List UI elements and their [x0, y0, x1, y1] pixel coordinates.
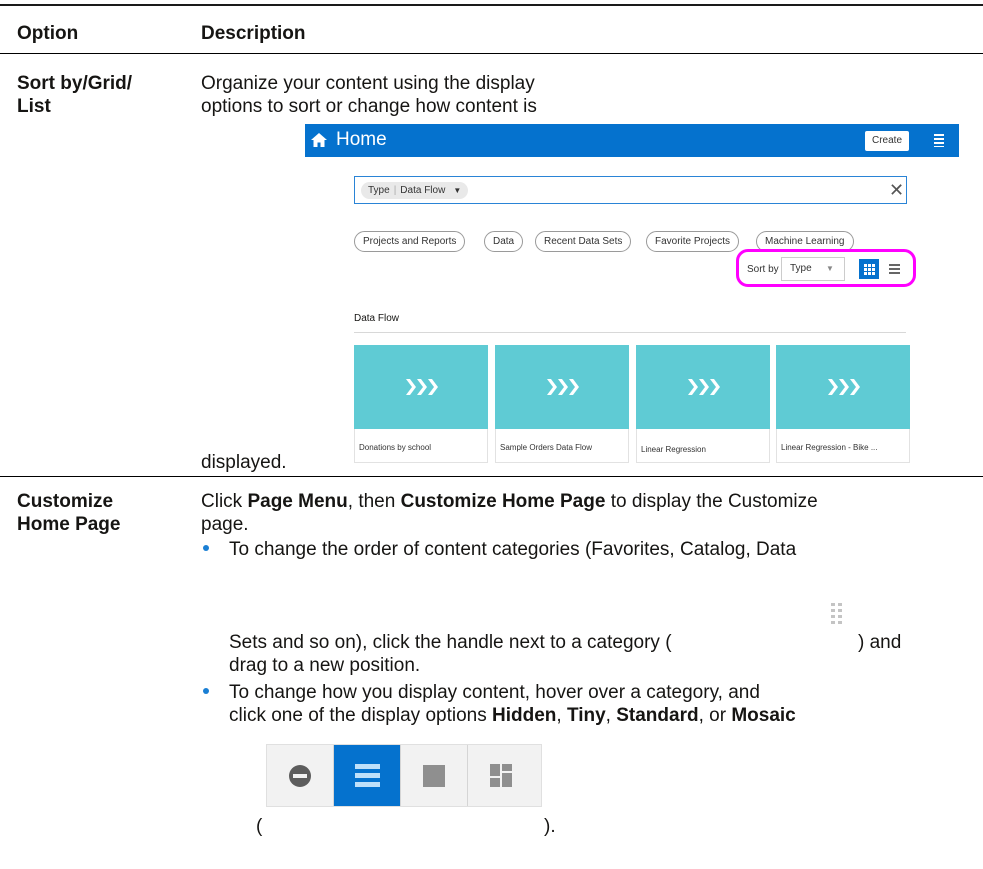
- list-view-icon: [889, 264, 900, 274]
- grid-view-button[interactable]: [859, 259, 879, 279]
- filter-chip-type[interactable]: Type | Data Flow ▼: [361, 182, 469, 199]
- data-flow-icon: [547, 379, 579, 395]
- bullet2-text: ,: [556, 705, 567, 726]
- display-options-toolbar: [266, 744, 542, 807]
- data-flow-icon: [406, 379, 438, 395]
- card-thumbnail: [495, 345, 629, 429]
- row1-description-line2: options to sort or change how content is: [201, 96, 537, 117]
- customize-home-page-term: Customize Home Page: [400, 491, 606, 512]
- tiny-term: Tiny: [566, 705, 606, 726]
- option-customize-line1: Customize: [17, 491, 114, 512]
- chevron-down-icon: ▼: [453, 186, 462, 195]
- card-thumbnail: [636, 345, 770, 429]
- sort-by-label: Sort by: [747, 264, 779, 275]
- table-top-rule: [0, 4, 983, 6]
- bullet1-line2b: ) and: [858, 632, 902, 653]
- close-icon[interactable]: ✕: [889, 181, 904, 199]
- option-sort-grid-list-line2: List: [17, 96, 51, 117]
- standard-option[interactable]: [401, 745, 468, 806]
- bullet1-line2a: Sets and so on), click the handle next t…: [229, 632, 672, 653]
- card-linear-regression-bike[interactable]: Linear Regression - Bike ...: [776, 345, 910, 463]
- mosaic-icon: [490, 764, 512, 787]
- search-input[interactable]: Type | Data Flow ▼ ✕: [354, 176, 907, 204]
- row-divider: [0, 476, 983, 477]
- tiny-option[interactable]: [334, 745, 401, 806]
- hidden-term: Hidden: [492, 705, 557, 726]
- home-page-screenshot: Home Create Type | Data Flow ▼ ✕ Projects a…: [305, 124, 959, 470]
- chevron-down-icon: ▼: [826, 264, 834, 273]
- data-flow-icon: [688, 379, 720, 395]
- toolbar-open-paren: (: [256, 816, 263, 837]
- row1-description-line3: displayed.: [201, 452, 287, 473]
- hidden-option[interactable]: [267, 745, 334, 806]
- menu-icon[interactable]: [932, 133, 946, 147]
- filter-recent-data-sets[interactable]: Recent Data Sets: [535, 231, 632, 252]
- card-sample-orders-data-flow[interactable]: Sample Orders Data Flow: [495, 345, 629, 463]
- bullet2-line1: To change how you display content, hover…: [229, 682, 760, 703]
- header-rule: [0, 53, 983, 54]
- bullet-marker: [203, 688, 209, 694]
- card-title: Linear Regression - Bike ...: [781, 443, 878, 452]
- row1-description-line1: Organize your content using the display: [201, 73, 535, 94]
- sort-value: Type: [790, 263, 812, 274]
- standard-term: Standard: [616, 705, 699, 726]
- page-menu-term: Page Menu: [247, 491, 348, 512]
- bullet-marker: [203, 545, 209, 551]
- card-donations-by-school[interactable]: Donations by school: [354, 345, 488, 463]
- intro-text: Click: [201, 491, 248, 512]
- card-title: Sample Orders Data Flow: [500, 443, 593, 452]
- bullet1-line3: drag to a new position.: [229, 655, 421, 676]
- tiny-icon: [355, 764, 380, 787]
- filter-chip-key: Type: [368, 185, 390, 196]
- option-sort-grid-list-line1: Sort by/Grid/: [17, 73, 133, 94]
- filter-projects-and-reports[interactable]: Projects and Reports: [354, 231, 466, 252]
- bullet2-text: click one of the display options: [229, 705, 492, 726]
- column-header-description: Description: [201, 23, 306, 44]
- bullet2-line2: click one of the display options Hidden,…: [229, 704, 796, 727]
- sort-select[interactable]: Type ▼: [781, 257, 845, 281]
- card-linear-regression[interactable]: Linear Regression: [636, 345, 770, 463]
- grid-view-icon: [864, 264, 875, 275]
- filter-data[interactable]: Data: [484, 231, 524, 252]
- mosaic-term: Mosaic: [731, 705, 796, 726]
- bullet2-text: ,: [605, 705, 617, 726]
- toolbar-close-paren: ).: [544, 816, 556, 837]
- card-thumbnail: [354, 345, 488, 429]
- intro-text: , then: [347, 491, 401, 512]
- home-icon: [311, 133, 327, 147]
- section-divider: [354, 332, 906, 333]
- card-title: Donations by school: [359, 443, 432, 452]
- drag-handle-icon: [831, 603, 842, 624]
- list-view-button[interactable]: [885, 259, 905, 279]
- header-title: Home: [336, 129, 387, 150]
- option-customize-line2: Home Page: [17, 514, 121, 535]
- column-header-option: Option: [17, 23, 79, 44]
- bullet2-text: , or: [698, 705, 732, 726]
- bullet1-line1: To change the order of content categorie…: [229, 539, 797, 560]
- card-thumbnail: [776, 345, 910, 429]
- mosaic-option[interactable]: [468, 745, 535, 806]
- header-bar: Home Create: [305, 124, 959, 157]
- intro-text: to display the Customize: [605, 491, 818, 512]
- filter-favorite-projects[interactable]: Favorite Projects: [646, 231, 740, 252]
- filter-chip-value: Data Flow: [400, 185, 446, 196]
- card-title: Linear Regression: [641, 445, 706, 454]
- create-button[interactable]: Create: [865, 131, 909, 151]
- hidden-icon: [289, 765, 311, 787]
- data-flow-icon: [828, 379, 860, 395]
- row2-intro-line1: Click Page Menu, then Customize Home Pag…: [201, 490, 818, 513]
- row2-intro-line2: page.: [201, 514, 249, 535]
- section-title-data-flow: Data Flow: [354, 313, 400, 324]
- standard-icon: [423, 765, 445, 787]
